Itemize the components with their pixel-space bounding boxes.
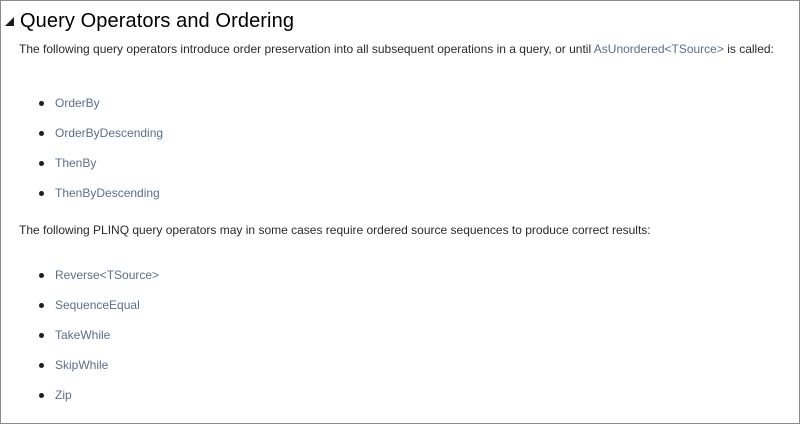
list-item: OrderByDescending	[19, 125, 793, 155]
list-item: Reverse<TSource>	[19, 267, 793, 297]
operator-link-zip[interactable]: Zip	[55, 388, 72, 402]
section-title: Query Operators and Ordering	[20, 10, 295, 32]
operator-link-reverse[interactable]: Reverse<TSource>	[55, 268, 159, 282]
operator-link-sequenceequal[interactable]: SequenceEqual	[55, 298, 140, 312]
bullet-icon	[39, 333, 44, 338]
bullet-icon	[39, 303, 44, 308]
plinq-operators-list: Reverse<TSource> SequenceEqual TakeWhile…	[19, 267, 793, 417]
intro-paragraph: The following query operators introduce …	[19, 41, 793, 57]
section-header[interactable]: Query Operators and Ordering	[4, 9, 294, 33]
intro-text-before: The following query operators introduce …	[19, 42, 594, 56]
document-frame: Query Operators and Ordering The followi…	[0, 0, 800, 424]
operator-link-skipwhile[interactable]: SkipWhile	[55, 358, 108, 372]
list-item: ThenByDescending	[19, 185, 793, 215]
list-item: Zip	[19, 387, 793, 417]
operator-link-orderbydescending[interactable]: OrderByDescending	[55, 126, 163, 140]
operator-link-takewhile[interactable]: TakeWhile	[55, 328, 110, 342]
plinq-paragraph: The following PLINQ query operators may …	[19, 223, 651, 237]
operator-link-orderby[interactable]: OrderBy	[55, 96, 100, 110]
collapse-triangle-icon[interactable]	[4, 14, 16, 28]
list-item: SequenceEqual	[19, 297, 793, 327]
bullet-icon	[39, 273, 44, 278]
operator-link-thenby[interactable]: ThenBy	[55, 156, 96, 170]
bullet-icon	[39, 393, 44, 398]
list-item: ThenBy	[19, 155, 793, 185]
intro-text-after: is called:	[723, 42, 774, 56]
list-item: SkipWhile	[19, 357, 793, 387]
bullet-icon	[39, 363, 44, 368]
section-content: The following query operators introduce …	[19, 41, 793, 417]
operator-link-thenbydescending[interactable]: ThenByDescending	[55, 186, 160, 200]
bullet-icon	[39, 101, 44, 106]
asunordered-link[interactable]: AsUnordered<TSource>	[594, 42, 724, 56]
bullet-icon	[39, 161, 44, 166]
bullet-icon	[39, 131, 44, 136]
list-item: OrderBy	[19, 95, 793, 125]
bullet-icon	[39, 191, 44, 196]
ordering-operators-list: OrderBy OrderByDescending ThenBy ThenByD…	[19, 95, 793, 215]
list-item: TakeWhile	[19, 327, 793, 357]
